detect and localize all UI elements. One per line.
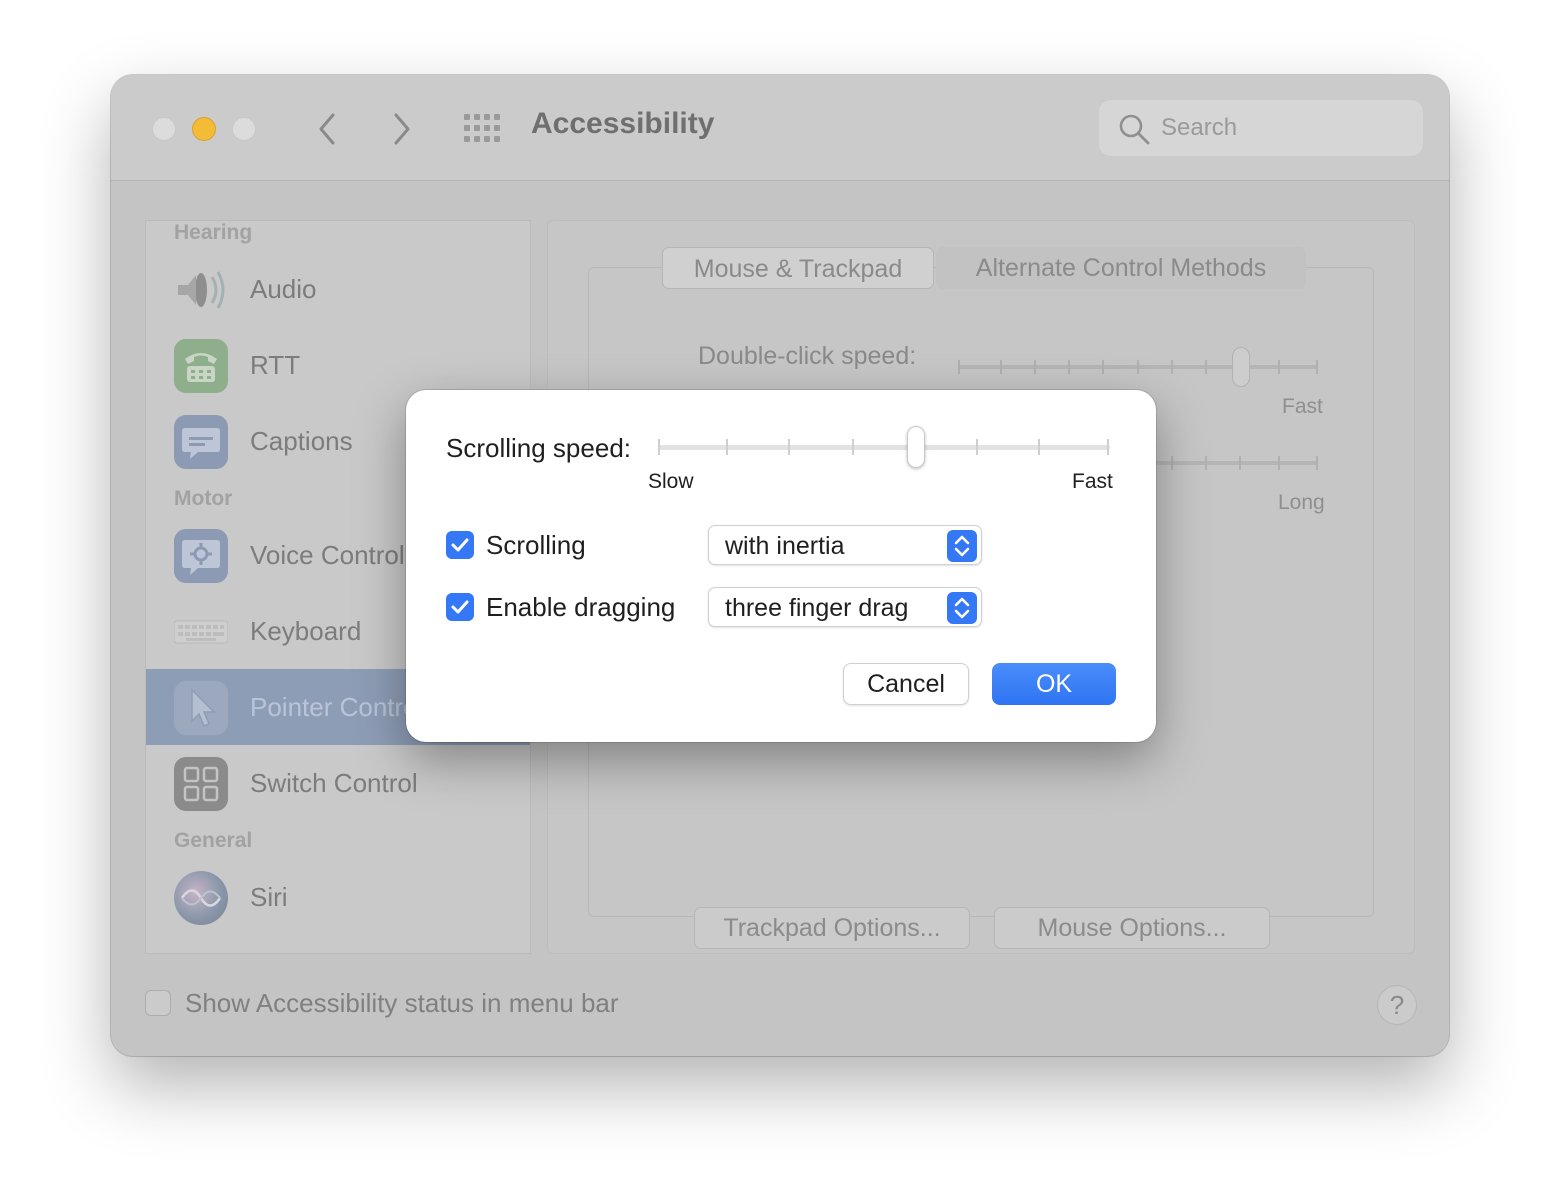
- chevron-left-icon: [319, 113, 335, 145]
- cancel-button[interactable]: Cancel: [843, 663, 969, 705]
- sidebar-item-label: Captions: [250, 426, 353, 456]
- section-header-hearing: Hearing: [174, 221, 253, 244]
- tab-alternate-control-methods[interactable]: Alternate Control Methods: [936, 247, 1306, 289]
- sidebar-item-label: Switch Control: [250, 768, 418, 798]
- search-field[interactable]: [1099, 100, 1423, 156]
- sidebar-item-siri[interactable]: Siri: [146, 859, 530, 935]
- close-window-button[interactable]: [152, 117, 176, 141]
- help-button[interactable]: ?: [1377, 985, 1417, 1025]
- voice-control-icon: [174, 529, 228, 583]
- keyboard-icon: [173, 605, 229, 659]
- pointer-icon: [174, 681, 228, 735]
- show-status-label: Show Accessibility status in menu bar: [185, 988, 619, 1018]
- captions-icon: [174, 415, 228, 469]
- spring-loading-long-label: Long: [1278, 491, 1325, 514]
- mouse-options-button[interactable]: Mouse Options...: [994, 907, 1270, 949]
- slider-tick: [1068, 360, 1070, 374]
- switch-control-icon: [174, 757, 228, 811]
- scrolling-speed-slow-label: Slow: [648, 470, 694, 493]
- sidebar-item-label: Pointer Control: [250, 692, 424, 722]
- back-button[interactable]: [309, 109, 345, 149]
- section-header-motor: Motor: [174, 487, 233, 510]
- slider-tick: [1171, 456, 1173, 470]
- up-down-chevron-icon: [947, 592, 977, 624]
- section-header-general: General: [174, 829, 253, 852]
- sidebar-item-label: Audio: [250, 274, 317, 304]
- slider-tick: [852, 439, 854, 455]
- slider-tick: [1034, 360, 1036, 374]
- zoom-window-button[interactable]: [232, 117, 256, 141]
- sidebar-item-label: Keyboard: [250, 616, 362, 646]
- enable-dragging-label: Enable dragging: [486, 592, 676, 622]
- slider-tick: [788, 439, 790, 455]
- slider-tick: [1038, 439, 1040, 455]
- search-input[interactable]: [1161, 112, 1401, 144]
- rtt-phone-icon: [174, 339, 228, 393]
- window-title: Accessibility: [531, 107, 715, 140]
- minimize-window-button[interactable]: [192, 117, 216, 141]
- scrolling-checkbox[interactable]: [446, 531, 474, 559]
- ok-button[interactable]: OK: [992, 663, 1116, 705]
- sidebar-item-switch-control[interactable]: Switch Control: [146, 745, 530, 821]
- up-down-chevron-icon: [947, 530, 977, 562]
- chevron-right-icon: [394, 113, 410, 145]
- scrolling-speed-knob[interactable]: [906, 426, 925, 468]
- slider-tick: [658, 439, 660, 455]
- spring-loading-track[interactable]: [1148, 461, 1318, 465]
- scrolling-speed-fast-label: Fast: [1072, 470, 1113, 493]
- trackpad-options-button[interactable]: Trackpad Options...: [694, 907, 970, 949]
- double-click-speed-label: Double-click speed:: [698, 342, 917, 370]
- slider-tick: [976, 439, 978, 455]
- double-click-speed-knob[interactable]: [1232, 347, 1250, 387]
- scrolling-label: Scrolling: [486, 530, 586, 560]
- sidebar-item-label: RTT: [250, 350, 301, 380]
- slider-tick: [1316, 360, 1318, 374]
- double-click-fast-label: Fast: [1282, 395, 1323, 418]
- sidebar-item-label: Siri: [250, 882, 288, 912]
- title-bar: Accessibility: [111, 75, 1449, 181]
- checkmark-icon: [451, 600, 469, 614]
- forward-button[interactable]: [384, 109, 420, 149]
- slider-tick: [726, 439, 728, 455]
- search-icon: [1119, 114, 1150, 145]
- checkmark-icon: [451, 538, 469, 552]
- slider-tick: [1316, 456, 1318, 470]
- slider-tick: [1000, 360, 1002, 374]
- enable-dragging-checkbox[interactable]: [446, 593, 474, 621]
- sidebar-item-label: Voice Control: [250, 540, 405, 570]
- show-status-checkbox[interactable]: [145, 990, 171, 1016]
- trackpad-options-sheet: Scrolling speed: Slow Fast Scrolling wit…: [406, 390, 1156, 742]
- slider-tick: [1205, 456, 1207, 470]
- slider-tick: [1278, 360, 1280, 374]
- scrolling-mode-popup[interactable]: with inertia: [708, 525, 982, 565]
- sidebar-item-audio[interactable]: Audio: [146, 251, 530, 327]
- slider-tick: [1102, 360, 1104, 374]
- slider-tick: [1107, 439, 1109, 455]
- slider-tick: [958, 360, 960, 374]
- slider-tick: [1137, 360, 1139, 374]
- popup-value: three finger drag: [725, 594, 909, 622]
- slider-tick: [1171, 360, 1173, 374]
- scrolling-speed-label: Scrolling speed:: [446, 433, 631, 463]
- popup-value: with inertia: [725, 532, 845, 560]
- tab-mouse-trackpad[interactable]: Mouse & Trackpad: [662, 247, 934, 289]
- slider-tick: [1278, 456, 1280, 470]
- slider-tick: [1239, 456, 1241, 470]
- show-all-grid-icon[interactable]: [463, 113, 503, 143]
- speaker-icon: [174, 263, 228, 317]
- slider-tick: [1205, 360, 1207, 374]
- dragging-mode-popup[interactable]: three finger drag: [708, 587, 982, 627]
- siri-icon: [174, 871, 228, 925]
